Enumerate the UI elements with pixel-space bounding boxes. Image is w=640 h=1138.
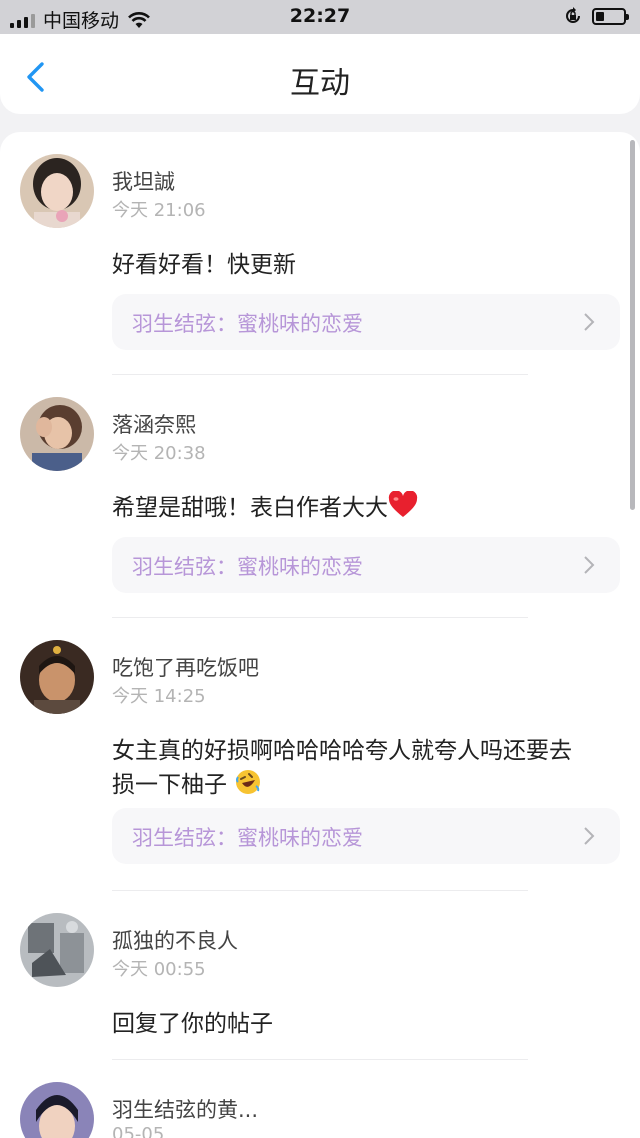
- chevron-right-icon: [584, 827, 595, 845]
- avatar[interactable]: [20, 1082, 94, 1138]
- nav-bar: 互动: [0, 34, 640, 114]
- avatar[interactable]: [20, 640, 94, 714]
- chevron-right-icon: [584, 556, 595, 574]
- status-bar: 中国移动 22:27: [0, 0, 640, 34]
- source-post-title: 羽生结弦：蜜桃味的恋爱: [132, 826, 363, 850]
- timestamp: 今天 21:06: [112, 200, 206, 221]
- source-post-link[interactable]: 羽生结弦：蜜桃味的恋爱: [112, 808, 620, 864]
- chevron-right-icon: [584, 313, 595, 331]
- timestamp: 今天 20:38: [112, 443, 206, 464]
- comment-text: 回复了你的帖子: [112, 1011, 273, 1037]
- status-time: 22:27: [289, 5, 351, 27]
- timestamp: 今天 14:25: [112, 686, 206, 707]
- comment-text: 好看好看！快更新: [112, 252, 296, 278]
- user-name[interactable]: 落涵奈熙: [112, 409, 196, 439]
- heart-emoji-icon: [388, 491, 418, 517]
- timestamp: 05-05: [112, 1124, 165, 1138]
- interaction-list[interactable]: 我坦誠 今天 21:06 好看好看！快更新 羽生结弦：蜜桃味的恋爱 落涵奈熙 今…: [0, 132, 640, 1138]
- comment-text: 女主真的好损啊哈哈哈哈夸人就夸人吗还要去 损一下柚子: [112, 734, 612, 802]
- rolling-laughing-emoji-icon: [236, 770, 261, 794]
- user-name[interactable]: 孤独的不良人: [112, 925, 238, 955]
- source-post-title: 羽生结弦：蜜桃味的恋爱: [132, 312, 363, 336]
- divider: [112, 1059, 528, 1060]
- user-name[interactable]: 我坦誠: [112, 166, 175, 196]
- rotation-lock-icon: [566, 7, 580, 23]
- user-name[interactable]: 吃饱了再吃饭吧: [112, 652, 259, 682]
- avatar[interactable]: [20, 913, 94, 987]
- divider: [112, 374, 528, 375]
- comment-text-line: 女主真的好损啊哈哈哈哈夸人就夸人吗还要去: [112, 738, 572, 764]
- scrollbar[interactable]: [630, 140, 635, 510]
- source-post-link[interactable]: 羽生结弦：蜜桃味的恋爱: [112, 294, 620, 350]
- user-name[interactable]: 羽生结弦的黄...: [112, 1094, 258, 1124]
- battery-icon: [592, 7, 629, 25]
- source-post-title: 羽生结弦：蜜桃味的恋爱: [132, 555, 363, 579]
- source-post-link[interactable]: 羽生结弦：蜜桃味的恋爱: [112, 537, 620, 593]
- divider: [112, 617, 528, 618]
- comment-text-line: 损一下柚子: [112, 768, 612, 802]
- divider: [112, 890, 528, 891]
- comment-text: 希望是甜哦！表白作者大大: [112, 491, 612, 525]
- timestamp: 今天 00:55: [112, 959, 206, 980]
- avatar[interactable]: [20, 397, 94, 471]
- page-title: 互动: [290, 66, 350, 101]
- comment-text-line-body: 损一下柚子: [112, 772, 227, 798]
- comment-text-body: 希望是甜哦！表白作者大大: [112, 495, 388, 521]
- avatar[interactable]: [20, 154, 94, 228]
